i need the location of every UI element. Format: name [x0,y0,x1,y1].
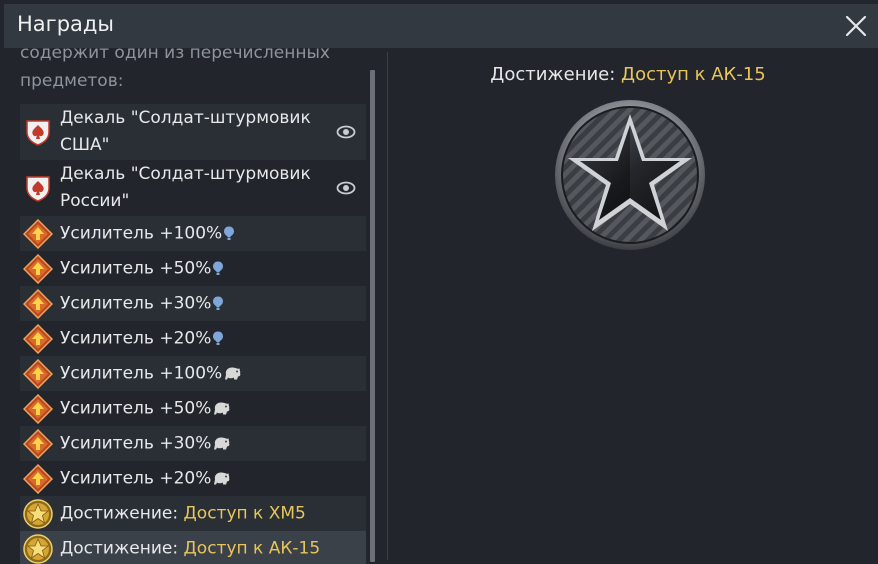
window-title: Награды [17,12,114,36]
silver-lion-icon [222,363,243,383]
list-item-label: Усилитель +30% [60,290,224,317]
research-point-icon [211,258,224,278]
list-item-text: Усилитель +100% [60,223,223,243]
list-item-label: Усилитель +20% [60,325,224,352]
silver-lion-icon [211,398,232,418]
detail-name: Доступ к АК-15 [621,64,766,85]
achievement-icon [23,533,53,564]
list-item-highlight: Доступ к XM5 [183,503,306,523]
list-intro: содержит один из перечисленных предметов… [20,48,330,91]
list-item-text: Усилитель +50% [60,258,212,278]
list-item-text: Усилитель +50% [60,398,212,418]
booster-icon [22,428,54,459]
rewards-list: Декаль "Солдат-штурмовик США" Декаль "Сол… [20,104,366,564]
list-item[interactable]: Достижение: Доступ к XM5 [20,496,366,531]
list-item-label: Декаль "Солдат-штурмовик России" [60,161,320,215]
booster-icon [22,323,54,354]
list-item[interactable]: Усилитель +50% [20,391,366,426]
list-item-text: Достижение: [60,503,184,523]
achievement-icon [23,498,53,529]
booster-icon [22,218,54,249]
research-point-icon [211,328,224,348]
decal-icon [23,173,53,203]
research-point-icon [222,223,235,243]
detail-title: Достижение: Доступ к АК-15 [388,64,868,85]
list-item[interactable]: Достижение: Доступ к АК-15 [20,531,366,564]
silver-lion-icon [211,468,232,488]
booster-icon [22,463,54,494]
list-item-text: Усилитель +30% [60,293,212,313]
list-item[interactable]: Усилитель +50% [20,251,366,286]
list-item[interactable]: Усилитель +100% [20,356,366,391]
list-item-text: Декаль "Солдат-штурмовик России" [60,164,311,211]
list-item-text: Достижение: [60,538,184,558]
list-item-highlight: Доступ к АК-15 [183,538,321,558]
list-item-label: Усилитель +20% [60,465,232,492]
rewards-window: Награды содержит один из перечисленных п… [0,0,878,564]
preview-eye-icon[interactable] [336,122,356,142]
list-item-text: Усилитель +30% [60,433,212,453]
achievement-medal-icon [555,100,705,250]
silver-lion-icon [211,433,232,453]
list-item[interactable]: Усилитель +20% [20,321,366,356]
list-item-label: Достижение: Доступ к XM5 [60,500,306,527]
booster-icon [22,393,54,424]
list-item-label: Усилитель +50% [60,395,232,422]
reward-detail-pane: Достижение: Доступ к АК-15 [388,48,878,564]
list-item-label: Усилитель +50% [60,255,224,282]
list-item-text: Усилитель +20% [60,328,212,348]
close-button[interactable] [836,4,876,48]
preview-eye-icon[interactable] [336,178,356,198]
booster-icon [22,358,54,389]
list-item-label: Декаль "Солдат-штурмовик США" [60,105,320,159]
close-icon [845,15,867,37]
title-bar: Награды [4,4,878,48]
list-item[interactable]: Декаль "Солдат-штурмовик России" [20,160,366,216]
list-item[interactable]: Усилитель +30% [20,286,366,321]
research-point-icon [211,293,224,313]
list-item-label: Достижение: Доступ к АК-15 [60,535,320,562]
list-item[interactable]: Усилитель +20% [20,461,366,496]
list-item[interactable]: Усилитель +30% [20,426,366,461]
list-item-text: Усилитель +100% [60,363,223,383]
scrollbar[interactable] [370,70,375,562]
decal-icon [23,117,53,147]
list-item[interactable]: Декаль "Солдат-штурмовик США" [20,104,366,160]
list-item-label: Усилитель +100% [60,360,243,387]
detail-prefix: Достижение: [490,64,622,85]
list-item-text: Декаль "Солдат-штурмовик США" [60,108,311,155]
rewards-list-pane[interactable]: содержит один из перечисленных предметов… [4,48,378,564]
list-item[interactable]: Усилитель +100% [20,216,366,251]
list-item-label: Усилитель +100% [60,220,235,247]
booster-icon [22,288,54,319]
booster-icon [22,253,54,284]
list-item-text: Усилитель +20% [60,468,212,488]
list-item-label: Усилитель +30% [60,430,232,457]
